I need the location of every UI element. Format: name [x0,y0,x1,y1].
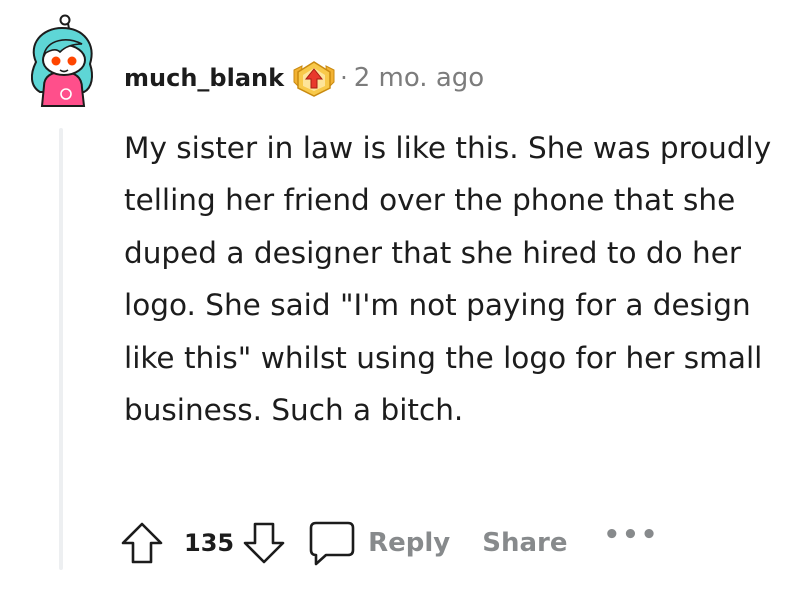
snoo-avatar-icon [30,14,93,107]
separator-dot: · [340,64,348,92]
reply-button[interactable]: Reply [368,528,450,558]
timestamp[interactable]: 2 mo. ago [354,63,484,93]
upvote-arrow-icon [121,522,163,564]
comment-button[interactable] [306,517,358,569]
thread-line[interactable] [59,128,63,570]
username[interactable]: much_blank [124,64,284,92]
upvote-button[interactable] [118,519,166,567]
comment-bubble-icon [309,521,355,566]
downvote-arrow-icon [243,522,285,564]
downvote-button[interactable] [240,519,288,567]
vote-score: 135 [184,529,235,557]
comment-actions: 135 Reply Share ••• [118,517,659,569]
more-options-button[interactable]: ••• [604,520,660,550]
achievement-badge-icon [293,61,335,97]
comment-body: My sister in law is like this. She was p… [124,131,772,428]
share-button[interactable]: Share [482,528,567,558]
comment-header: much_blank · 2 mo. ago [124,58,484,98]
avatar[interactable] [22,14,102,110]
